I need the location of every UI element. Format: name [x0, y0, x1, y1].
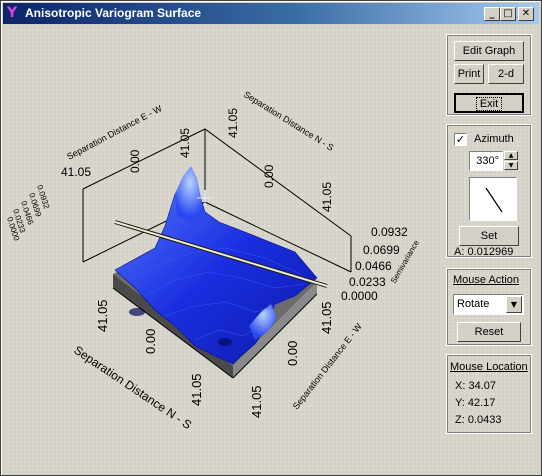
maximize-button[interactable]: □: [500, 7, 516, 21]
left-z-ticks: 0.0932 0.0699 0.0466 0.0233 0.0000: [5, 184, 51, 243]
mouse-location-heading: Mouse Location: [450, 361, 528, 373]
azimuth-label: Azimuth: [474, 133, 514, 145]
mouse-y-value: Y: 42.17: [455, 397, 496, 409]
bottom-ns-tick-1: 41.05: [95, 299, 110, 332]
mouse-action-select[interactable]: Rotate ▼: [453, 294, 524, 315]
graph-controls-group: Edit Graph Print 2-d Exit: [446, 34, 532, 116]
bottom-ew-tick-1: 41.05: [249, 385, 264, 418]
top-left-tick-3: 41.05: [178, 128, 192, 158]
mouse-z-value: Z: 0.0433: [455, 414, 502, 426]
bottom-ns-axis-label: Separation Distance N - S: [71, 343, 194, 432]
print-button[interactable]: Print: [454, 64, 484, 84]
top-left-tick-2: 0.00: [128, 149, 142, 173]
mouse-action-heading: Mouse Action: [453, 274, 520, 286]
mouse-location-group: Mouse Location X: 34.07 Y: 42.17 Z: 0.04…: [446, 354, 532, 434]
azimuth-input[interactable]: 330°: [469, 151, 503, 171]
azimuth-set-button[interactable]: Set: [459, 226, 519, 246]
client-area: 41.05 0.00 41.05 Separation Distance N -…: [5, 26, 537, 471]
azimuth-checkbox[interactable]: ✓: [454, 133, 467, 146]
close-button[interactable]: ✕: [518, 7, 534, 21]
top-left-tick-1: 41.05: [61, 165, 91, 179]
right-z-tick-2: 0.0699: [363, 243, 400, 257]
azimuth-dial[interactable]: [469, 177, 517, 221]
edit-graph-button[interactable]: Edit Graph: [454, 41, 524, 61]
app-window: Y Anisotropic Variogram Surface _ □ ✕ 41…: [0, 0, 542, 476]
top-back-tick-3: 41.05: [320, 182, 334, 212]
minimize-button[interactable]: _: [484, 7, 500, 21]
surface-peak-ns: [175, 166, 205, 222]
bottom-ew-tick-3: 41.05: [319, 301, 334, 334]
reset-button[interactable]: Reset: [457, 322, 521, 342]
chevron-down-icon[interactable]: ▼: [506, 296, 522, 313]
right-z-tick-3: 0.0466: [355, 259, 392, 273]
two-d-button[interactable]: 2-d: [488, 64, 524, 84]
right-z-tick-4: 0.0233: [349, 275, 386, 289]
azimuth-direction-icon: [485, 187, 503, 213]
top-back-axis-label: Separation Distance N - S: [242, 89, 336, 153]
exit-button[interactable]: Exit: [454, 93, 524, 113]
title-bar[interactable]: Y Anisotropic Variogram Surface _ □ ✕: [3, 3, 539, 24]
mouse-action-group: Mouse Action Rotate ▼ Reset: [446, 268, 532, 346]
top-back-tick-2: 0.00: [262, 164, 276, 188]
bottom-ns-tick-2: 0.00: [143, 329, 158, 354]
right-z-tick-1: 0.0932: [371, 225, 408, 239]
bottom-ew-tick-2: 0.00: [285, 341, 300, 366]
azimuth-readout: A: 0.012969: [454, 246, 514, 258]
top-left-axis-label: Separation Distance E - W: [65, 103, 164, 162]
top-back-tick-1: 41.05: [226, 108, 240, 138]
variogram-surface-plot[interactable]: 41.05 0.00 41.05 Separation Distance N -…: [5, 26, 443, 471]
app-logo-icon: Y: [7, 5, 18, 21]
mouse-action-value: Rotate: [457, 298, 490, 310]
window-title: Anisotropic Variogram Surface: [25, 6, 202, 20]
azimuth-up-button[interactable]: ▲: [504, 151, 518, 160]
mouse-x-value: X: 34.07: [455, 380, 496, 392]
exit-button-label: Exit: [475, 97, 503, 111]
right-z-tick-5: 0.0000: [341, 289, 378, 303]
azimuth-down-button[interactable]: ▼: [504, 161, 518, 170]
azimuth-group: ✓ Azimuth 330° ▲ ▼ Set A: 0.012969: [446, 124, 532, 258]
bottom-ns-tick-3: 41.05: [189, 373, 204, 406]
